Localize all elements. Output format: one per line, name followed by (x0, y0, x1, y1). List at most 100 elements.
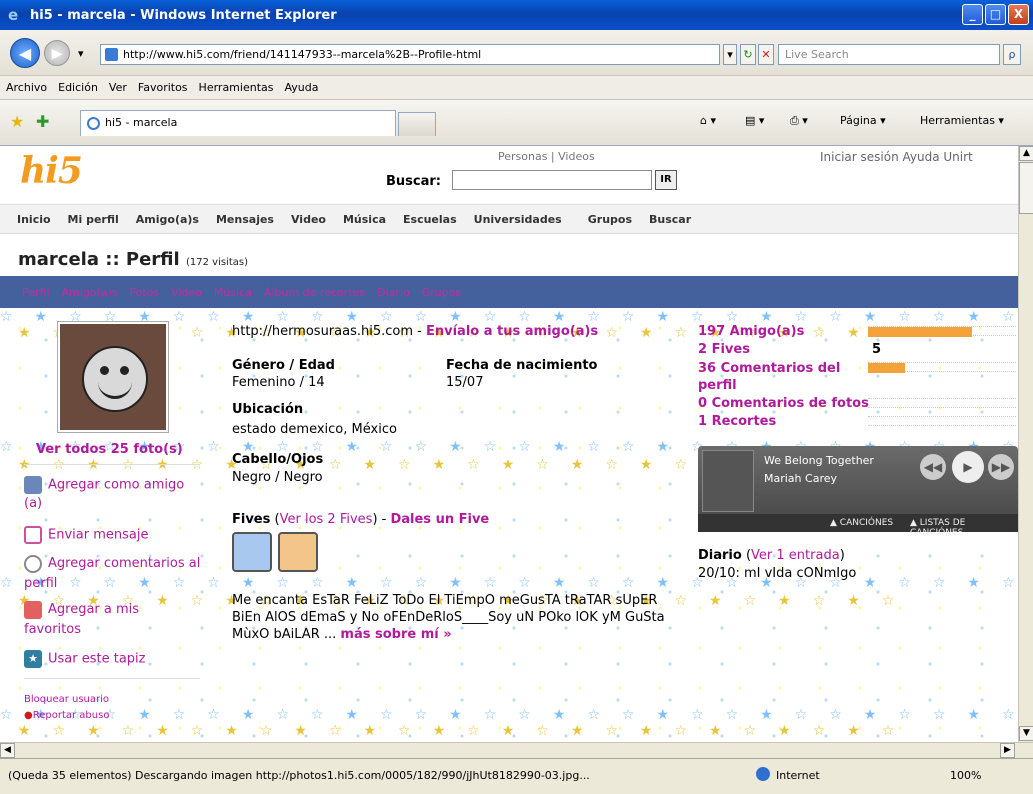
stop-button[interactable]: ✕ (758, 44, 774, 65)
subnav-musica[interactable]: Música (214, 286, 252, 299)
diary-label: Diario (698, 548, 742, 563)
scroll-down-icon[interactable]: ▼ (1019, 726, 1033, 741)
search-submit-button[interactable]: IR (655, 170, 677, 190)
add-friend-label: Agregar como amigo (a) (24, 477, 185, 511)
nav-escuelas[interactable]: Escuelas (403, 213, 457, 226)
scroll-left-icon[interactable]: ◀ (0, 743, 15, 758)
fives-count-link[interactable]: 2 Fives (698, 342, 750, 357)
live-search-input[interactable]: Live Search (778, 44, 1000, 65)
forward-button[interactable]: ▶ (44, 40, 70, 66)
diary-link[interactable]: Ver 1 entrada (751, 548, 840, 563)
avatar[interactable] (58, 322, 168, 432)
photo-comments-link[interactable]: 0 Comentarios de fotos (698, 396, 869, 411)
tab-hi5-marcela[interactable]: hi5 - marcela (80, 110, 396, 136)
maximize-button[interactable]: □ (985, 4, 1006, 25)
back-button[interactable]: ◀ (10, 38, 40, 68)
send-to-friends-link[interactable]: Envíalo a tus amigo(a)s (426, 324, 598, 339)
scroll-right-icon[interactable]: ▶ (1000, 743, 1015, 758)
refresh-button[interactable]: ↻ (740, 44, 756, 65)
menu-edicion[interactable]: Edición (58, 81, 98, 94)
menu-favoritos[interactable]: Favoritos (138, 81, 188, 94)
address-toolbar: ◀ ▶ ▾ http://www.hi5.com/friend/14114793… (0, 30, 1033, 76)
tools-menu-button[interactable]: Herramientas ▾ (920, 114, 1004, 127)
comments-bar (868, 362, 1016, 373)
five-shoe-icon[interactable] (232, 532, 272, 572)
report-abuse-link[interactable]: ●Reportar abuso (24, 710, 109, 721)
page-menu-button[interactable]: Página ▾ (840, 114, 886, 127)
playlists-link[interactable]: ▲ LISTAS DE CANCIÓNES (910, 518, 1018, 538)
subnav-grupos[interactable]: Grupos (422, 286, 461, 299)
tab-label: hi5 - marcela (105, 116, 178, 129)
favorites-star-icon[interactable]: ★ (10, 112, 24, 131)
home-button[interactable]: ⌂ ▾ (700, 114, 716, 127)
subnav-album[interactable]: Álbum de recortes (264, 286, 365, 299)
site-search-input[interactable] (452, 170, 652, 190)
ie-logo-icon: e (8, 6, 19, 24)
divider (24, 464, 200, 465)
nav-inicio[interactable]: Inicio (17, 213, 51, 226)
new-tab-button[interactable] (398, 112, 436, 136)
profile-subnav: Perfil Amigo(a)s Fotos Video Música Álbu… (0, 276, 1018, 308)
diary-entry[interactable]: 20/10: mI vIda cONmIgo (698, 566, 856, 581)
menu-ayuda[interactable]: Ayuda (284, 81, 318, 94)
nav-amigos[interactable]: Amigo(a)s (136, 213, 199, 226)
vertical-scrollbar[interactable]: ▲ ▼ (1018, 146, 1033, 742)
search-type-tabs[interactable]: Personas | Videos (498, 150, 595, 163)
nav-musica[interactable]: Música (343, 213, 386, 226)
report-abuse-label: Reportar abuso (32, 710, 110, 721)
rewind-button[interactable]: ◀◀ (920, 454, 946, 480)
forward-button[interactable]: ▶▶ (988, 454, 1014, 480)
scroll-up-icon[interactable]: ▲ (1019, 146, 1033, 161)
location-value: estado demexico, México (232, 422, 397, 437)
subnav-fotos[interactable]: Fotos (130, 286, 159, 299)
nav-grupos[interactable]: Grupos (588, 213, 632, 226)
block-user-link[interactable]: Bloquear usuario (24, 694, 109, 705)
five-ballet-icon[interactable] (278, 532, 318, 572)
view-photos-link[interactable]: Ver todos 25 foto(s) (36, 442, 183, 457)
add-comments-link[interactable]: Agregar comentarios al perfil (24, 554, 204, 594)
play-button[interactable]: ▶ (952, 451, 984, 483)
songs-link[interactable]: ▲ CANCIÓNES (830, 518, 893, 528)
horizontal-scrollbar[interactable]: ◀ ▶ (0, 742, 1033, 758)
nav-video[interactable]: Video (291, 213, 326, 226)
address-bar[interactable]: http://www.hi5.com/friend/141147933--mar… (100, 44, 720, 65)
use-wallpaper-link[interactable]: ★ Usar este tapiz (24, 650, 145, 668)
send-message-link[interactable]: Enviar mensaje (24, 526, 148, 544)
friends-count-link[interactable]: 197 Amigo(a)s (698, 324, 804, 339)
clips-link[interactable]: 1 Recortes (698, 414, 776, 429)
menu-archivo[interactable]: Archivo (6, 81, 47, 94)
history-dropdown-icon[interactable]: ▾ (78, 47, 84, 60)
give-five-link[interactable]: Dales un Five (390, 512, 489, 527)
address-dropdown-button[interactable]: ▾ (723, 44, 737, 65)
subnav-perfil[interactable]: Perfil (22, 286, 50, 299)
search-go-button[interactable]: ρ (1003, 44, 1021, 65)
subnav-video[interactable]: Video (171, 286, 202, 299)
star-row-icon: ☆★☆☆★☆☆★☆☆★☆☆★☆☆★☆☆★☆☆★☆☆★☆☆★☆ (0, 708, 1018, 722)
more-about-link[interactable]: más sobre mí » (340, 627, 451, 642)
star-row-icon: ★☆★☆★☆★☆★☆★☆★☆★☆★☆★☆★☆★☆★☆ (18, 724, 917, 738)
add-favorites-icon[interactable]: ✚ (36, 112, 49, 131)
minimize-button[interactable]: _ (962, 4, 983, 25)
feeds-button[interactable]: ▤ ▾ (745, 114, 764, 127)
print-button[interactable]: ⎙ ▾ (790, 114, 808, 128)
account-links[interactable]: Iniciar sesión Ayuda Unirt (820, 150, 973, 164)
nav-mi-perfil[interactable]: Mi perfil (68, 213, 119, 226)
window-title: hi5 - marcela - Windows Internet Explore… (30, 7, 337, 23)
friends-bar-fill (868, 327, 972, 337)
menu-ver[interactable]: Ver (109, 81, 127, 94)
nav-buscar[interactable]: Buscar (649, 213, 691, 226)
close-button[interactable]: X (1008, 4, 1029, 25)
main-nav: Inicio Mi perfil Amigo(a)s Mensajes Vide… (0, 204, 1018, 234)
menu-herramientas[interactable]: Herramientas (199, 81, 274, 94)
comments-count-link[interactable]: 36 Comentarios del perfil (698, 360, 858, 394)
subnav-diario[interactable]: Diario (377, 286, 410, 299)
scroll-thumb[interactable] (1019, 162, 1033, 214)
add-favorites-link[interactable]: Agregar a mis favoritos (24, 600, 194, 640)
zoom-level[interactable]: 100% (950, 769, 981, 782)
add-friend-link[interactable]: Agregar como amigo (a) (24, 476, 204, 513)
hi5-logo[interactable]: hi5 (20, 150, 83, 192)
view-fives-link[interactable]: Ver los 2 Fives (280, 512, 373, 527)
nav-mensajes[interactable]: Mensajes (216, 213, 274, 226)
nav-universidades[interactable]: Universidades (474, 213, 562, 226)
subnav-amigos[interactable]: Amigo(a)s (62, 286, 118, 299)
